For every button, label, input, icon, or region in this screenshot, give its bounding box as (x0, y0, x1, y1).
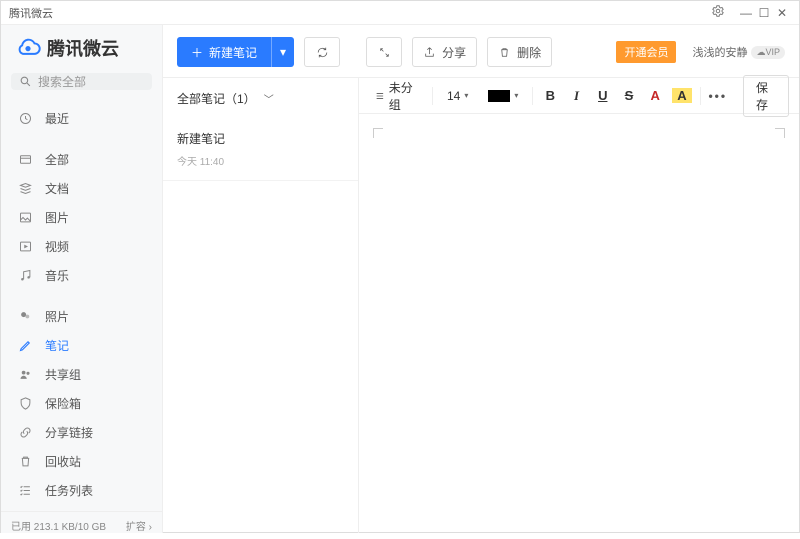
sidebar-item-all[interactable]: 全部 (1, 145, 162, 174)
search-input[interactable]: 搜索全部 (11, 73, 152, 90)
storage-text: 已用 213.1 KB/10 GB (11, 518, 106, 533)
italic-button[interactable]: I (567, 88, 585, 104)
group-dropdown[interactable]: 未分组 (369, 76, 424, 116)
sidebar: 腾讯微云 搜索全部 最近 全部 文档 图片 (1, 25, 163, 533)
corner-marker-tr (775, 128, 785, 138)
close-button[interactable]: ✕ (773, 6, 791, 20)
folder-icon (17, 152, 33, 168)
user-vip-badge: ☁VIP (751, 46, 785, 59)
editor-panel: 未分组 14▾ ▾ B I U S A A (359, 78, 799, 533)
list-icon (375, 90, 385, 102)
sidebar-item-label: 图片 (45, 209, 69, 226)
pen-icon (17, 338, 33, 354)
highlight-button[interactable]: A (672, 88, 691, 103)
sidebar-item-label: 保险箱 (45, 395, 81, 412)
sidebar-item-video[interactable]: 视频 (1, 232, 162, 261)
sidebar-item-label: 共享组 (45, 366, 81, 383)
sidebar-item-label: 照片 (45, 308, 69, 325)
share-icon (423, 46, 436, 59)
clock-icon (17, 111, 33, 127)
new-note-button[interactable]: ＋新建笔记 ▾ (177, 37, 294, 67)
image-icon (17, 210, 33, 226)
sidebar-item-label: 全部 (45, 151, 69, 168)
maximize-button[interactable]: ☐ (755, 6, 773, 20)
stack-icon (17, 181, 33, 197)
search-placeholder: 搜索全部 (38, 73, 86, 90)
titlebar: 腾讯微云 — ☐ ✕ (1, 1, 799, 25)
chevron-down-icon: ﹀ (264, 91, 274, 106)
more-formats-button[interactable]: ••• (708, 89, 727, 103)
note-list-panel: 全部笔记（1） ﹀ 新建笔记 今天 11:40 (163, 78, 359, 533)
user-name: 浅浅的安静 (692, 44, 747, 60)
brand-name: 腾讯微云 (47, 35, 119, 61)
music-icon (17, 268, 33, 284)
sidebar-item-label: 分享链接 (45, 424, 93, 441)
trash-icon (17, 454, 33, 470)
share-button[interactable]: 分享 (412, 37, 477, 67)
sidebar-item-music[interactable]: 音乐 (1, 261, 162, 290)
vip-button[interactable]: 开通会员 (616, 41, 676, 63)
link-icon (17, 425, 33, 441)
play-icon (17, 239, 33, 255)
sidebar-item-notes[interactable]: 笔记 (1, 331, 162, 360)
sidebar-item-photos[interactable]: 照片 (1, 302, 162, 331)
sidebar-item-docs[interactable]: 文档 (1, 174, 162, 203)
plus-icon: ＋ (191, 44, 203, 61)
font-size-dropdown[interactable]: 14▾ (441, 86, 474, 106)
settings-gear-icon[interactable] (709, 4, 727, 21)
color-swatch-icon (488, 90, 510, 102)
editor-toolbar: 未分组 14▾ ▾ B I U S A A (359, 78, 799, 114)
expand-storage-link[interactable]: 扩容 › (126, 518, 152, 533)
editor-body[interactable] (359, 114, 799, 533)
sidebar-item-tasks[interactable]: 任务列表 (1, 476, 162, 505)
minimize-button[interactable]: — (737, 6, 755, 20)
corner-marker-tl (373, 128, 383, 138)
sidebar-item-trash[interactable]: 回收站 (1, 447, 162, 476)
toolbar: ＋新建笔记 ▾ 分享 删除 开通会员 浅浅的安静 ☁VIP (163, 25, 799, 78)
color-dropdown[interactable]: ▾ (482, 87, 524, 105)
note-list-item[interactable]: 新建笔记 今天 11:40 (163, 118, 358, 181)
sidebar-item-label: 最近 (45, 110, 69, 127)
user-info[interactable]: 浅浅的安静 ☁VIP (692, 44, 785, 60)
sidebar-item-shared[interactable]: 共享组 (1, 360, 162, 389)
sidebar-item-sharelinks[interactable]: 分享链接 (1, 418, 162, 447)
window-title: 腾讯微云 (9, 5, 53, 21)
new-note-dropdown[interactable]: ▾ (271, 37, 294, 67)
expand-icon (378, 46, 391, 59)
note-time: 今天 11:40 (177, 153, 344, 168)
save-button[interactable]: 保存 (743, 75, 789, 117)
sidebar-item-label: 笔记 (45, 337, 69, 354)
text-color-button[interactable]: A (646, 88, 664, 103)
note-list-header[interactable]: 全部笔记（1） ﹀ (163, 78, 358, 118)
cloud-logo-icon (15, 37, 41, 59)
checklist-icon (17, 483, 33, 499)
delete-button[interactable]: 删除 (487, 37, 552, 67)
bold-button[interactable]: B (541, 88, 559, 103)
shield-icon (17, 396, 33, 412)
storage-footer: 已用 213.1 KB/10 GB 扩容 › (1, 511, 162, 539)
note-title: 新建笔记 (177, 130, 344, 147)
search-icon (19, 75, 32, 88)
sidebar-item-images[interactable]: 图片 (1, 203, 162, 232)
brand: 腾讯微云 (1, 25, 162, 73)
refresh-icon (316, 46, 329, 59)
sidebar-item-label: 回收站 (45, 453, 81, 470)
refresh-button[interactable] (304, 37, 340, 67)
sidebar-item-label: 音乐 (45, 267, 69, 284)
sidebar-item-label: 视频 (45, 238, 69, 255)
balloon-icon (17, 309, 33, 325)
underline-button[interactable]: U (594, 88, 612, 103)
fullscreen-button[interactable] (366, 37, 402, 67)
trash-icon (498, 46, 511, 59)
sidebar-item-label: 文档 (45, 180, 69, 197)
sidebar-item-label: 任务列表 (45, 482, 93, 499)
sidebar-item-recent[interactable]: 最近 (1, 104, 162, 133)
strike-button[interactable]: S (620, 88, 638, 103)
people-icon (17, 367, 33, 383)
sidebar-item-safe[interactable]: 保险箱 (1, 389, 162, 418)
